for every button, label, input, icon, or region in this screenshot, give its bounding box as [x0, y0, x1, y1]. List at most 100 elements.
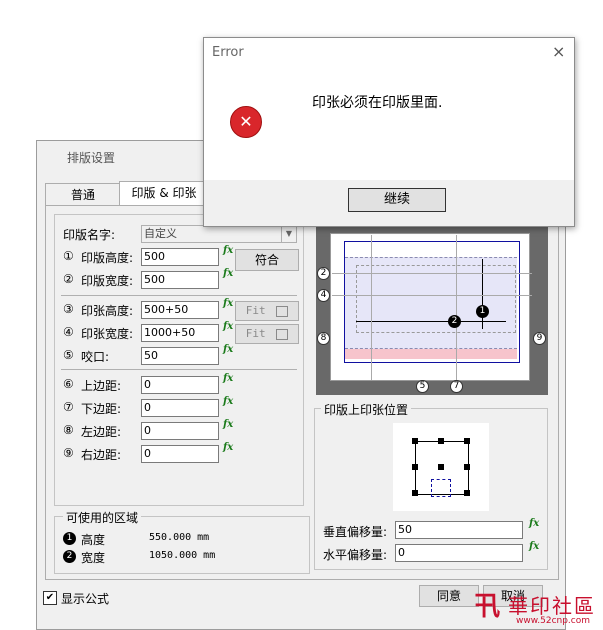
watermark-text: 華印社區: [508, 594, 596, 618]
field-1-label: 印版高度:: [81, 251, 134, 265]
vertical-offset-input[interactable]: 50: [395, 521, 523, 539]
guide-line: [332, 273, 532, 274]
anchor-handle[interactable]: [464, 490, 470, 496]
close-icon[interactable]: ×: [552, 42, 565, 61]
top-margin-input[interactable]: 0: [141, 376, 219, 394]
fit-width-button[interactable]: Fit: [235, 324, 299, 344]
field-4-label: 印张宽度:: [81, 327, 134, 341]
marker-2: 2: [317, 267, 330, 280]
sheet-height-input[interactable]: 500+50: [141, 301, 219, 319]
usable-height-value: 550.000 mm: [149, 532, 210, 543]
fx-icon[interactable]: fx: [223, 373, 233, 384]
dark-marker-2: 2: [448, 315, 461, 328]
plate-name-value: 自定义: [144, 227, 177, 240]
dark-marker-2: 2: [63, 550, 76, 563]
width-dimension-line: [356, 321, 506, 322]
right-margin-input[interactable]: 0: [141, 445, 219, 463]
width-label: 宽度: [81, 551, 106, 565]
horizontal-offset-label: 水平偏移量:: [323, 548, 388, 562]
error-icon: ✕: [230, 106, 262, 138]
sheet-area: [356, 265, 516, 333]
tab-plate-sheet[interactable]: 印版 & 印张: [119, 181, 209, 207]
anchor-handle[interactable]: [412, 490, 418, 496]
field-8-num: ⑧: [63, 423, 74, 437]
show-formula-checkbox[interactable]: ✔: [43, 591, 57, 605]
field-1-num: ①: [63, 249, 74, 263]
plate-name-select[interactable]: 自定义 ▼: [141, 225, 297, 243]
marker-4: 4: [317, 289, 330, 302]
guide-line: [371, 235, 372, 380]
field-9-num: ⑨: [63, 446, 74, 460]
fit-page-icon: [276, 305, 289, 317]
fx-icon[interactable]: fx: [223, 344, 233, 355]
error-message: 印张必须在印版里面.: [312, 95, 443, 111]
field-4-num: ④: [63, 325, 74, 339]
fx-icon[interactable]: fx: [529, 541, 539, 552]
chevron-down-icon[interactable]: ▼: [281, 226, 296, 242]
anchor-selector[interactable]: [393, 423, 489, 511]
field-2-num: ②: [63, 272, 74, 286]
error-body: ✕ 印张必须在印版里面.: [204, 68, 574, 168]
marker-9: 9: [533, 332, 546, 345]
field-5-label: 咬口:: [81, 350, 110, 364]
field-2-label: 印版宽度:: [81, 274, 134, 288]
height-label: 高度: [81, 533, 106, 547]
fx-icon[interactable]: fx: [223, 268, 233, 279]
watermark-logo-icon: 卂: [474, 592, 501, 622]
error-dialog-title: Error: [212, 45, 244, 60]
sheet-position-title: 印版上印张位置: [321, 401, 412, 418]
divider: [61, 295, 297, 296]
left-margin-input[interactable]: 0: [141, 422, 219, 440]
fx-icon[interactable]: fx: [223, 245, 233, 256]
fit-button[interactable]: 符合: [235, 249, 299, 271]
plate-name-label: 印版名字:: [63, 228, 116, 242]
fit-label: Fit: [245, 304, 266, 317]
sheet-position-group: 印版上印张位置 垂直偏移量: 50 fx 水平偏移量: 0 fx: [314, 401, 548, 570]
fx-icon[interactable]: fx: [529, 518, 539, 529]
fx-icon[interactable]: fx: [223, 419, 233, 430]
fx-icon[interactable]: fx: [223, 298, 233, 309]
dark-marker-1: 1: [63, 532, 76, 545]
anchor-handle[interactable]: [412, 438, 418, 444]
guide-line: [332, 295, 532, 296]
fx-icon[interactable]: fx: [223, 321, 233, 332]
watermark-url: www.52cnp.com: [516, 616, 591, 626]
field-5-num: ⑤: [63, 348, 74, 362]
field-6-label: 上边距:: [81, 379, 122, 393]
usable-area-title: 可使用的区域: [63, 509, 142, 526]
selected-anchor-box[interactable]: [431, 479, 451, 497]
field-3-num: ③: [63, 302, 74, 316]
plate-width-input[interactable]: 500: [141, 271, 219, 289]
sheet-width-input[interactable]: 1000+50: [141, 324, 219, 342]
show-formula-label: 显示公式: [61, 592, 110, 606]
horizontal-offset-input[interactable]: 0: [395, 544, 523, 562]
field-7-label: 下边距:: [81, 402, 122, 416]
continue-button[interactable]: 继续: [348, 188, 446, 212]
error-dialog: Error × ✕ 印张必须在印版里面. 继续: [203, 37, 575, 227]
usable-width-value: 1050.000 mm: [149, 550, 216, 561]
field-6-num: ⑥: [63, 377, 74, 391]
anchor-handle[interactable]: [412, 464, 418, 470]
height-dimension-line: [482, 259, 483, 329]
watermark: 卂 華印社區 www.52cnp.com: [470, 588, 603, 630]
vertical-offset-label: 垂直偏移量:: [323, 525, 388, 539]
plate-height-input[interactable]: 500: [141, 248, 219, 266]
fit-label: Fit: [245, 327, 266, 340]
fit-height-button[interactable]: Fit: [235, 301, 299, 321]
anchor-handle[interactable]: [438, 464, 444, 470]
anchor-handle[interactable]: [438, 438, 444, 444]
fx-icon[interactable]: fx: [223, 396, 233, 407]
bite-input[interactable]: 50: [141, 347, 219, 365]
usable-area-group: 可使用的区域 1 高度 550.000 mm 2 宽度 1050.000 mm: [54, 509, 310, 574]
dialog-title: 排版设置: [67, 151, 116, 165]
guide-line: [456, 235, 457, 380]
marker-7: 7: [450, 380, 463, 393]
bottom-margin-input[interactable]: 0: [141, 399, 219, 417]
fx-icon[interactable]: fx: [223, 442, 233, 453]
marker-5: 5: [416, 380, 429, 393]
field-7-num: ⑦: [63, 400, 74, 414]
anchor-handle[interactable]: [464, 438, 470, 444]
divider: [61, 369, 297, 370]
anchor-handle[interactable]: [464, 464, 470, 470]
tab-general[interactable]: 普通: [45, 183, 121, 206]
